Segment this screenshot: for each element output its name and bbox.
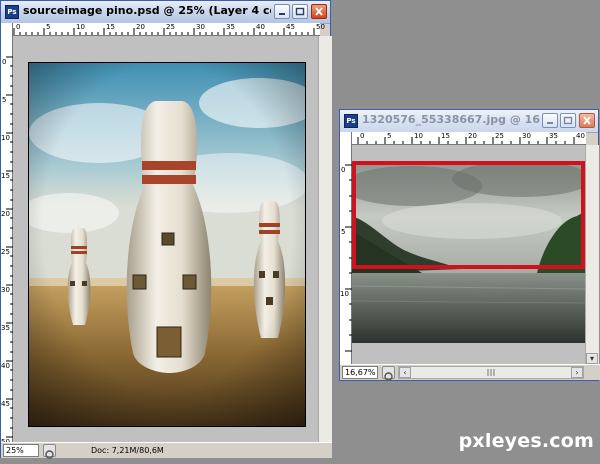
- vertical-ruler: 0 5 10 15 20 25 30 35 40 45 50: [1, 36, 13, 446]
- scroll-grip-icon: [487, 369, 495, 376]
- vertical-scrollbar[interactable]: [318, 36, 332, 442]
- landscape-photo: [352, 161, 586, 343]
- document-info: Doc: 7,21M/80,6M: [91, 446, 164, 455]
- zoom-field[interactable]: 25%: [3, 444, 39, 457]
- ruler-label: 30: [196, 23, 205, 31]
- minimize-button[interactable]: [274, 4, 290, 19]
- document-window-right[interactable]: Ps 1320576_55338667.jpg @ 16,7% ... 0 5: [339, 109, 600, 381]
- artwork-bowling-pins: [28, 62, 306, 427]
- ruler-corner: [1, 23, 13, 36]
- photoshop-icon: Ps: [5, 5, 19, 19]
- title-bar[interactable]: Ps 1320576_55338667.jpg @ 16,7% ...: [340, 110, 598, 133]
- ruler-label: 10: [414, 132, 423, 140]
- ruler-label: 0: [16, 23, 21, 31]
- ruler-label: 15: [441, 132, 450, 140]
- close-icon: [315, 7, 323, 16]
- status-bar: 16,67% ‹ ›: [340, 364, 600, 381]
- ruler-label: 35: [549, 132, 558, 140]
- ruler-label: 25: [1, 248, 10, 256]
- watermark-text: pxleyes.com: [458, 430, 594, 452]
- minimize-button[interactable]: [542, 113, 558, 128]
- scroll-left-button[interactable]: ‹: [399, 367, 411, 378]
- title-bar[interactable]: Ps sourceimage pino.psd @ 25% (Layer 4 c…: [1, 1, 330, 24]
- ruler-label: 15: [106, 23, 115, 31]
- window-title: sourceimage pino.psd @ 25% (Layer 4 copy…: [23, 4, 271, 17]
- ruler-label: 45: [286, 23, 295, 31]
- ruler-label: 5: [46, 23, 51, 31]
- close-button[interactable]: [311, 4, 327, 19]
- scroll-right-button[interactable]: ›: [571, 367, 583, 378]
- ruler-label: 20: [468, 132, 477, 140]
- ruler-label: 40: [256, 23, 265, 31]
- vertical-scrollbar[interactable]: ▾: [585, 145, 599, 364]
- ruler-label: 35: [1, 324, 10, 332]
- ruler-label: 5: [387, 132, 392, 140]
- ruler-label: 40: [1, 362, 10, 370]
- ruler-label: 15: [1, 172, 10, 180]
- close-button[interactable]: [579, 113, 595, 128]
- ruler-label: 50: [316, 23, 325, 31]
- ruler-label: 0: [2, 58, 7, 66]
- ruler-label: 25: [166, 23, 175, 31]
- zoom-field[interactable]: 16,67%: [342, 366, 378, 379]
- minimize-icon: [547, 122, 553, 124]
- vertical-ruler: 0 5 10: [340, 145, 352, 364]
- maximize-icon: [295, 7, 305, 16]
- horizontal-scrollbar[interactable]: ‹ ›: [398, 366, 584, 379]
- ruler-label: 0: [341, 166, 346, 174]
- status-bar: 25% Doc: 7,21M/80,6M: [1, 442, 332, 459]
- canvas-area[interactable]: [13, 36, 320, 442]
- ruler-label: 25: [495, 132, 504, 140]
- ruler-label: 30: [1, 286, 10, 294]
- ruler-label: 0: [360, 132, 365, 140]
- maximize-button[interactable]: [560, 113, 576, 128]
- status-menu-icon[interactable]: [43, 444, 56, 459]
- ruler-label: 20: [1, 210, 10, 218]
- ruler-label: 10: [340, 290, 349, 298]
- ruler-label: 35: [226, 23, 235, 31]
- status-menu-icon[interactable]: [382, 366, 395, 381]
- ruler-label: 20: [136, 23, 145, 31]
- photoshop-icon: Ps: [344, 114, 358, 128]
- ruler-label: 45: [1, 400, 10, 408]
- document-window-left[interactable]: Ps sourceimage pino.psd @ 25% (Layer 4 c…: [0, 0, 332, 459]
- canvas-area[interactable]: [352, 145, 586, 364]
- ruler-label: 10: [1, 134, 10, 142]
- ruler-label: 30: [522, 132, 531, 140]
- ruler-label: 10: [76, 23, 85, 31]
- maximize-button[interactable]: [292, 4, 308, 19]
- maximize-icon: [563, 116, 573, 125]
- window-title: 1320576_55338667.jpg @ 16,7% ...: [362, 113, 540, 126]
- close-icon: [583, 116, 591, 125]
- ruler-label: 40: [576, 132, 585, 140]
- scroll-down-button[interactable]: ▾: [586, 353, 598, 364]
- horizontal-ruler: 0 5 10 15 20 25 30 35 40: [352, 132, 586, 145]
- ruler-corner: [340, 132, 352, 145]
- horizontal-ruler: 0 5 10 15 20 25 30 35 40 45 50: [13, 23, 325, 36]
- ruler-label: 5: [2, 96, 7, 104]
- ruler-label: 5: [341, 228, 346, 236]
- minimize-icon: [279, 13, 285, 15]
